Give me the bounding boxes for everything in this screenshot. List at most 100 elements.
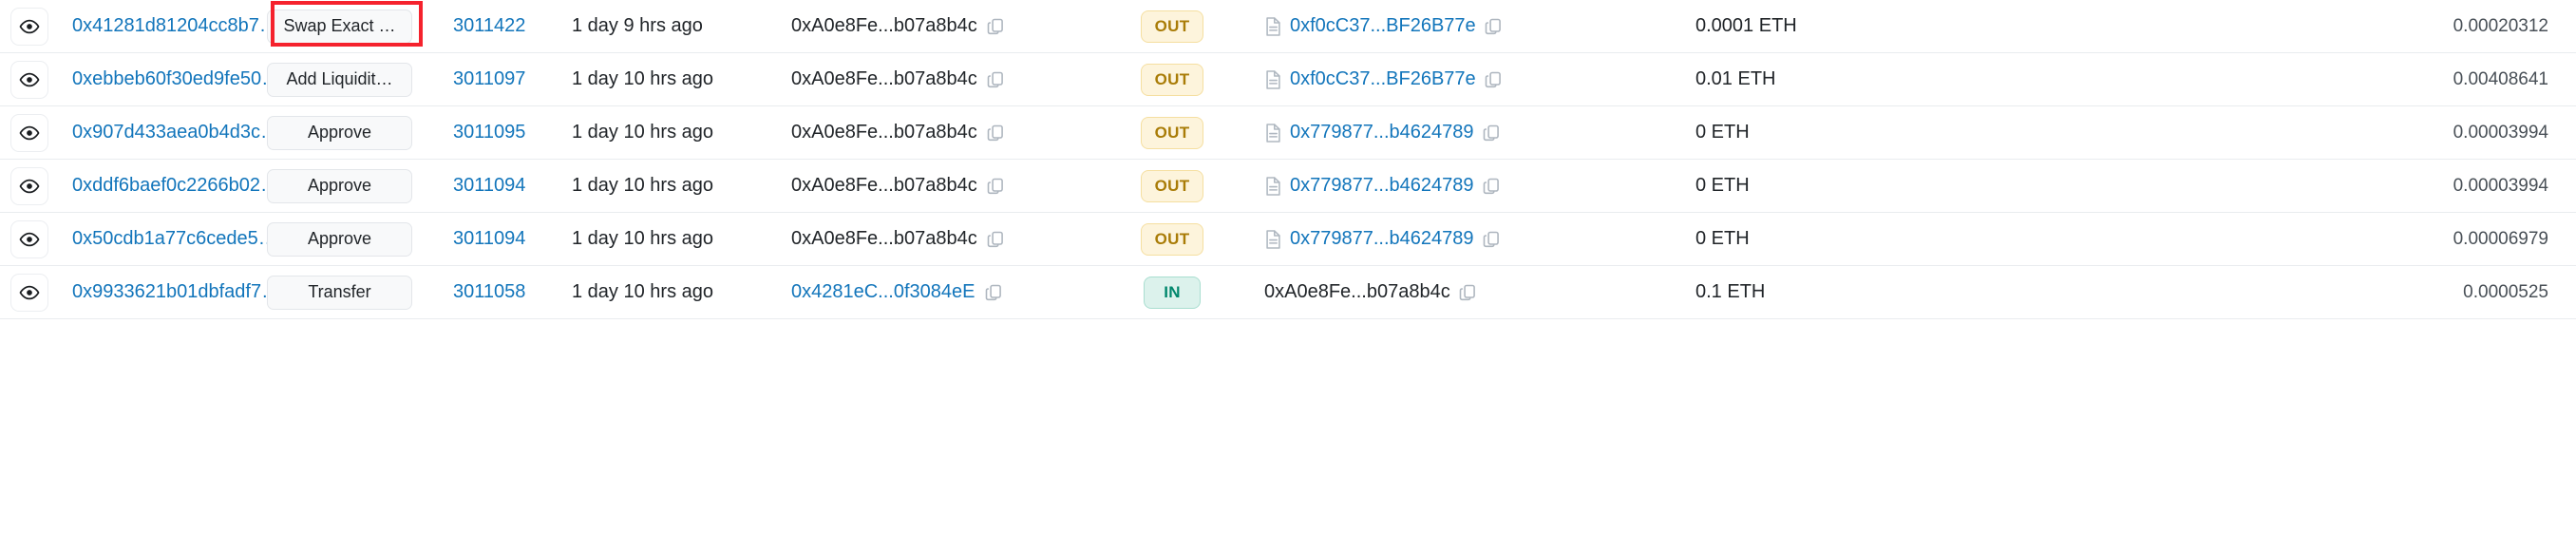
preview-cell — [0, 219, 59, 258]
method-button[interactable]: Approve — [267, 168, 412, 203]
table-row: 0x50cdb1a77c6cede5… Approve 3011094 1 day 1… — [0, 213, 2576, 266]
txn-hash-link[interactable]: 0x50cdb1a77c6cede5… — [72, 228, 277, 249]
copy-icon[interactable] — [1458, 283, 1477, 302]
to-address[interactable]: 0x779877...b4624789 — [1290, 228, 1474, 250]
txn-hash-cell: 0x907d433aea0b4d3c… — [59, 122, 279, 143]
from-cell: 0xA0e8Fe...b07a8b4c — [769, 175, 1111, 197]
direction-badge: OUT — [1140, 10, 1204, 43]
eye-icon[interactable] — [10, 7, 48, 46]
preview-cell — [0, 7, 59, 46]
block-number-link[interactable]: 3011058 — [453, 281, 525, 302]
from-cell: 0xA0e8Fe...b07a8b4c — [769, 122, 1111, 143]
txn-hash-link[interactable]: 0xebbeb60f30ed9fe50… — [72, 68, 280, 89]
to-cell: 0xf0cC37...BF26B77e — [1233, 15, 1660, 37]
value-text: 0.01 ETH — [1695, 68, 1776, 89]
direction-cell: OUT — [1111, 169, 1233, 202]
txn-fee-text: 0.0000525 — [2463, 281, 2548, 302]
table-row: 0x9933621b01dbfadf7… Transfer 3011058 1 day… — [0, 266, 2576, 319]
direction-cell: OUT — [1111, 10, 1233, 43]
method-cell: Approve — [256, 115, 423, 150]
copy-icon[interactable] — [986, 70, 1005, 89]
to-address[interactable]: 0xf0cC37...BF26B77e — [1290, 68, 1476, 90]
contract-file-icon — [1264, 16, 1282, 37]
method-cell: Swap Exact … — [256, 9, 423, 44]
copy-icon[interactable] — [1484, 70, 1503, 89]
block-number-link[interactable]: 3011094 — [453, 228, 525, 249]
txn-fee-text: 0.00003994 — [2453, 175, 2548, 196]
copy-icon[interactable] — [986, 17, 1005, 36]
method-button[interactable]: Approve — [267, 221, 412, 257]
preview-cell — [0, 273, 59, 312]
block-number-link[interactable]: 3011097 — [453, 68, 525, 89]
age-cell: 1 day 10 hrs ago — [537, 281, 769, 303]
age-text: 1 day 10 hrs ago — [572, 175, 713, 196]
txn-hash-link[interactable]: 0xddf6baef0c2266b02… — [72, 175, 279, 196]
to-cell: 0xA0e8Fe...b07a8b4c — [1233, 281, 1660, 303]
method-cell: Approve — [256, 168, 423, 203]
from-cell: 0xA0e8Fe...b07a8b4c — [769, 68, 1111, 90]
value-cell: 0 ETH — [1660, 122, 1888, 143]
eye-icon[interactable] — [10, 113, 48, 152]
copy-icon[interactable] — [1482, 177, 1501, 196]
txn-hash-link[interactable]: 0x41281d81204cc8b7… — [72, 15, 278, 36]
to-cell: 0x779877...b4624789 — [1233, 122, 1660, 143]
block-cell: 3011094 — [423, 175, 537, 197]
from-address[interactable]: 0x4281eC...0f3084eE — [791, 281, 975, 303]
method-button[interactable]: Transfer — [267, 275, 412, 310]
to-cell: 0x779877...b4624789 — [1233, 175, 1660, 197]
direction-cell: OUT — [1111, 116, 1233, 149]
value-text: 0 ETH — [1695, 175, 1750, 196]
block-number-link[interactable]: 3011422 — [453, 15, 525, 36]
eye-icon[interactable] — [10, 219, 48, 258]
copy-icon[interactable] — [986, 230, 1005, 249]
value-cell: 0 ETH — [1660, 228, 1888, 250]
method-button[interactable]: Swap Exact … — [267, 9, 412, 44]
direction-cell: OUT — [1111, 63, 1233, 96]
method-cell: Add Liquidit… — [256, 62, 423, 97]
direction-badge: OUT — [1140, 169, 1204, 202]
age-text: 1 day 10 hrs ago — [572, 122, 713, 143]
method-cell: Transfer — [256, 275, 423, 310]
to-cell: 0x779877...b4624789 — [1233, 228, 1660, 250]
eye-icon[interactable] — [10, 166, 48, 205]
fee-cell: 0.0000525 — [1888, 282, 2576, 303]
block-number-link[interactable]: 3011094 — [453, 175, 525, 196]
fee-cell: 0.00020312 — [1888, 16, 2576, 37]
txn-hash-cell: 0xddf6baef0c2266b02… — [59, 175, 279, 197]
transactions-table: 0x41281d81204cc8b7… Swap Exact … 3011422 1 … — [0, 0, 2576, 553]
txn-hash-link[interactable]: 0x907d433aea0b4d3c… — [72, 122, 279, 143]
age-text: 1 day 9 hrs ago — [572, 15, 703, 36]
txn-hash-cell: 0xebbeb60f30ed9fe50… — [59, 68, 280, 90]
copy-icon[interactable] — [984, 283, 1003, 302]
eye-icon[interactable] — [10, 273, 48, 312]
eye-icon[interactable] — [10, 60, 48, 99]
age-text: 1 day 10 hrs ago — [572, 68, 713, 89]
to-address[interactable]: 0x779877...b4624789 — [1290, 122, 1474, 143]
value-text: 0.0001 ETH — [1695, 15, 1797, 36]
from-address: 0xA0e8Fe...b07a8b4c — [791, 175, 977, 196]
from-cell: 0xA0e8Fe...b07a8b4c — [769, 228, 1111, 250]
method-button[interactable]: Approve — [267, 115, 412, 150]
table-row: 0x41281d81204cc8b7… Swap Exact … 3011422 1 … — [0, 0, 2576, 53]
block-number-link[interactable]: 3011095 — [453, 122, 525, 143]
method-button[interactable]: Add Liquidit… — [267, 62, 412, 97]
block-cell: 3011058 — [423, 281, 537, 303]
copy-icon[interactable] — [1482, 124, 1501, 143]
txn-fee-text: 0.00006979 — [2453, 228, 2548, 249]
copy-icon[interactable] — [986, 177, 1005, 196]
direction-badge: OUT — [1140, 63, 1204, 96]
fee-cell: 0.00003994 — [1888, 123, 2576, 143]
age-cell: 1 day 10 hrs ago — [537, 175, 769, 197]
direction-badge: OUT — [1140, 116, 1204, 149]
contract-file-icon — [1264, 176, 1282, 197]
copy-icon[interactable] — [986, 124, 1005, 143]
copy-icon[interactable] — [1484, 17, 1503, 36]
copy-icon[interactable] — [1482, 230, 1501, 249]
txn-hash-link[interactable]: 0x9933621b01dbfadf7… — [72, 281, 280, 302]
to-address[interactable]: 0xf0cC37...BF26B77e — [1290, 15, 1476, 37]
from-cell: 0x4281eC...0f3084eE — [769, 281, 1111, 303]
age-cell: 1 day 10 hrs ago — [537, 122, 769, 143]
to-address[interactable]: 0x779877...b4624789 — [1290, 175, 1474, 197]
age-cell: 1 day 9 hrs ago — [537, 15, 769, 37]
contract-file-icon — [1264, 69, 1282, 90]
